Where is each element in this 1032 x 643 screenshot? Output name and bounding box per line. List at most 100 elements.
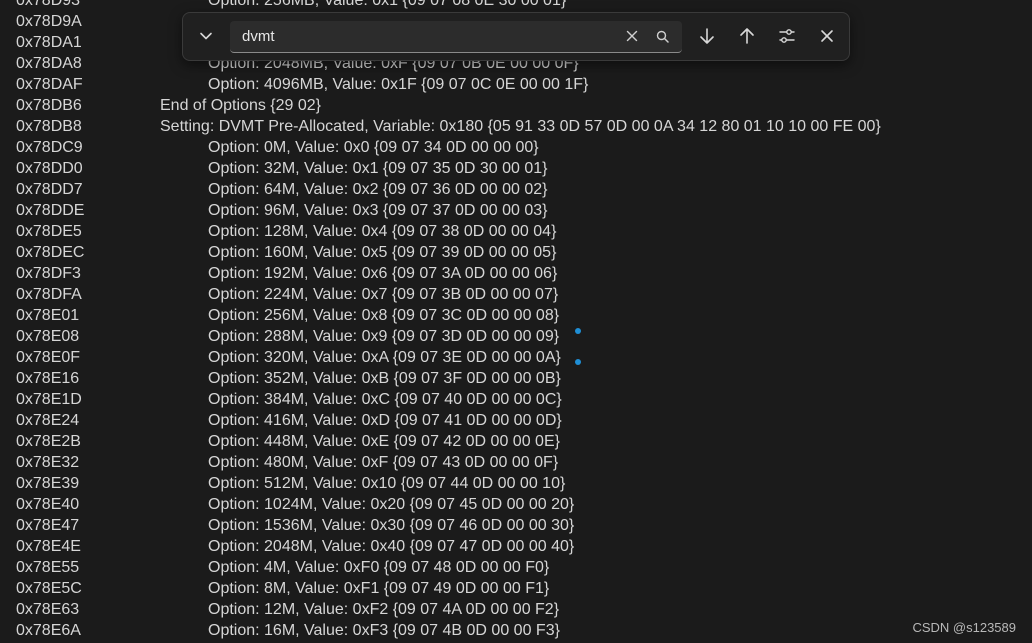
option-text: Option: 32M, Value: 0x1 {09 07 35 0D 30 … bbox=[208, 160, 548, 177]
option-text: Option: 1024M, Value: 0x20 {09 07 45 0D … bbox=[208, 496, 575, 513]
address-label: 0x78DDE bbox=[16, 202, 85, 219]
arrow-down-icon bbox=[700, 28, 714, 44]
address-label: 0x78DF3 bbox=[16, 265, 81, 282]
text-line[interactable]: 0x78E1D Option: 384M, Value: 0xC {09 07 4… bbox=[0, 389, 1032, 410]
address-label: 0x78DEC bbox=[16, 244, 85, 261]
text-line[interactable]: 0x78E6A Option: 16M, Value: 0xF3 {09 07 4… bbox=[0, 620, 1032, 641]
text-line[interactable]: 0x78E47 Option: 1536M, Value: 0x30 {09 07… bbox=[0, 515, 1032, 536]
address-label: 0x78E1D bbox=[16, 391, 82, 408]
address-label: 0x78E16 bbox=[16, 370, 80, 387]
option-text: Option: 96M, Value: 0x3 {09 07 37 0D 00 … bbox=[208, 202, 548, 219]
sliders-icon bbox=[779, 29, 795, 43]
address-label: 0x78E39 bbox=[16, 475, 80, 492]
option-text: Option: 160M, Value: 0x5 {09 07 39 0D 00… bbox=[208, 244, 557, 261]
text-line[interactable]: 0x78E01 Option: 256M, Value: 0x8 {09 07 3… bbox=[0, 305, 1032, 326]
text-line[interactable]: 0x78E2B Option: 448M, Value: 0xE {09 07 4… bbox=[0, 431, 1032, 452]
text-line[interactable]: 0x78E24 Option: 416M, Value: 0xD {09 07 4… bbox=[0, 410, 1032, 431]
option-text: Option: 384M, Value: 0xC {09 07 40 0D 00… bbox=[208, 391, 562, 408]
text-line[interactable]: 0x78E32 Option: 480M, Value: 0xF {09 07 4… bbox=[0, 452, 1032, 473]
text-line[interactable]: 0x78E40 Option: 1024M, Value: 0x20 {09 07… bbox=[0, 494, 1032, 515]
option-text: Option: 448M, Value: 0xE {09 07 42 0D 00… bbox=[208, 433, 560, 450]
address-label: 0x78E24 bbox=[16, 412, 80, 429]
chevron-down-icon bbox=[200, 32, 212, 40]
text-line[interactable]: 0x78E39 Option: 512M, Value: 0x10 {09 07 … bbox=[0, 473, 1032, 494]
text-line[interactable]: 0x78E08 Option: 288M, Value: 0x9 {09 07 3… bbox=[0, 326, 1032, 347]
address-label: 0x78D93 bbox=[16, 0, 81, 9]
text-line[interactable]: 0x78DAF Option: 4096MB, Value: 0x1F {09 0… bbox=[0, 74, 1032, 95]
next-match-button[interactable] bbox=[692, 21, 722, 51]
text-line[interactable]: 0x78DC9 Option: 0M, Value: 0x0 {09 07 34 … bbox=[0, 137, 1032, 158]
text-line[interactable]: 0x78DDE Option: 96M, Value: 0x3 {09 07 37… bbox=[0, 200, 1032, 221]
find-input-box bbox=[230, 21, 682, 53]
option-text: Option: 12M, Value: 0xF2 {09 07 4A 0D 00… bbox=[208, 601, 560, 618]
find-widget bbox=[182, 12, 850, 61]
option-text: Option: 416M, Value: 0xD {09 07 41 0D 00… bbox=[208, 412, 562, 429]
option-text: Option: 64M, Value: 0x2 {09 07 36 0D 00 … bbox=[208, 181, 548, 198]
address-label: 0x78DA1 bbox=[16, 34, 82, 51]
address-label: 0x78E01 bbox=[16, 307, 80, 324]
close-icon bbox=[821, 30, 833, 42]
address-label: 0x78E40 bbox=[16, 496, 80, 513]
address-label: 0x78E5C bbox=[16, 580, 82, 597]
address-label: 0x78DD7 bbox=[16, 181, 83, 198]
address-label: 0x78E55 bbox=[16, 559, 80, 576]
option-text: Option: 128M, Value: 0x4 {09 07 38 0D 00… bbox=[208, 223, 557, 240]
text-line[interactable]: 0x78DFA Option: 224M, Value: 0x7 {09 07 3… bbox=[0, 284, 1032, 305]
option-text: Option: 512M, Value: 0x10 {09 07 44 0D 0… bbox=[208, 475, 566, 492]
address-label: 0x78DFA bbox=[16, 286, 82, 303]
toggle-replace-button[interactable] bbox=[191, 21, 221, 51]
text-line[interactable]: 0x78E55 Option: 4M, Value: 0xF0 {09 07 48… bbox=[0, 557, 1032, 578]
address-label: 0x78DC9 bbox=[16, 139, 83, 156]
text-line[interactable]: 0x78DEC Option: 160M, Value: 0x5 {09 07 3… bbox=[0, 242, 1032, 263]
address-label: 0x78DD0 bbox=[16, 160, 83, 177]
text-line[interactable]: 0x78E4E Option: 2048M, Value: 0x40 {09 07… bbox=[0, 536, 1032, 557]
cursor-marker bbox=[575, 328, 581, 334]
text-line[interactable]: 0x78DD0 Option: 32M, Value: 0x1 {09 07 35… bbox=[0, 158, 1032, 179]
find-input[interactable] bbox=[242, 21, 612, 51]
text-line[interactable]: 0x78E16 Option: 352M, Value: 0xB {09 07 3… bbox=[0, 368, 1032, 389]
address-label: 0x78DB6 bbox=[16, 97, 82, 114]
text-line[interactable]: 0x78DB6 End of Options {29 02} bbox=[0, 95, 1032, 116]
address-label: 0x78D9A bbox=[16, 13, 82, 30]
address-label: 0x78E32 bbox=[16, 454, 80, 471]
address-label: 0x78DE5 bbox=[16, 223, 82, 240]
close-find-button[interactable] bbox=[812, 21, 842, 51]
search-button[interactable] bbox=[651, 25, 673, 47]
option-text: Option: 1536M, Value: 0x30 {09 07 46 0D … bbox=[208, 517, 575, 534]
close-icon bbox=[626, 30, 638, 42]
option-text: Option: 0M, Value: 0x0 {09 07 34 0D 00 0… bbox=[208, 139, 539, 156]
address-label: 0x78DB8 bbox=[16, 118, 82, 135]
address-label: 0x78E08 bbox=[16, 328, 80, 345]
option-text: Option: 2048M, Value: 0x40 {09 07 47 0D … bbox=[208, 538, 575, 555]
option-text: Option: 480M, Value: 0xF {09 07 43 0D 00… bbox=[208, 454, 559, 471]
address-label: 0x78E63 bbox=[16, 601, 80, 618]
text-line[interactable]: 0x78DF3 Option: 192M, Value: 0x6 {09 07 3… bbox=[0, 263, 1032, 284]
address-label: 0x78E0F bbox=[16, 349, 81, 366]
option-text: Option: 4M, Value: 0xF0 {09 07 48 0D 00 … bbox=[208, 559, 550, 576]
text-line[interactable]: 0x78D93 Option: 256MB, Value: 0x1 {09 07 … bbox=[0, 0, 1032, 11]
option-text: Option: 320M, Value: 0xA {09 07 3E 0D 00… bbox=[208, 349, 561, 366]
text-line[interactable]: 0x78E5C Option: 8M, Value: 0xF1 {09 07 49… bbox=[0, 578, 1032, 599]
text-line[interactable]: 0x78E0F Option: 320M, Value: 0xA {09 07 3… bbox=[0, 347, 1032, 368]
option-text: Option: 4096MB, Value: 0x1F {09 07 0C 0E… bbox=[208, 76, 589, 93]
address-label: 0x78DAF bbox=[16, 76, 83, 93]
option-text: Option: 224M, Value: 0x7 {09 07 3B 0D 00… bbox=[208, 286, 559, 303]
watermark: CSDN @s123589 bbox=[912, 620, 1016, 635]
text-line[interactable]: 0x78E63 Option: 12M, Value: 0xF2 {09 07 4… bbox=[0, 599, 1032, 620]
text-line[interactable]: 0x78DE5 Option: 128M, Value: 0x4 {09 07 3… bbox=[0, 221, 1032, 242]
previous-match-button[interactable] bbox=[732, 21, 762, 51]
option-text: Option: 352M, Value: 0xB {09 07 3F 0D 00… bbox=[208, 370, 561, 387]
text-line[interactable]: 0x78DB8 Setting: DVMT Pre-Allocated, Vari… bbox=[0, 116, 1032, 137]
setting-text: Setting: DVMT Pre-Allocated, Variable: 0… bbox=[160, 118, 881, 135]
text-line[interactable]: 0x78DD7 Option: 64M, Value: 0x2 {09 07 36… bbox=[0, 179, 1032, 200]
option-text: Option: 16M, Value: 0xF3 {09 07 4B 0D 00… bbox=[208, 622, 560, 639]
arrow-up-icon bbox=[740, 28, 754, 44]
text-editor[interactable]: 0x78D93 Option: 256MB, Value: 0x1 {09 07 … bbox=[0, 0, 1032, 643]
setting-text: End of Options {29 02} bbox=[160, 97, 322, 114]
address-label: 0x78E6A bbox=[16, 622, 81, 639]
search-options-button[interactable] bbox=[772, 21, 802, 51]
address-label: 0x78E47 bbox=[16, 517, 80, 534]
address-label: 0x78E4E bbox=[16, 538, 81, 555]
clear-search-button[interactable] bbox=[621, 25, 643, 47]
search-icon bbox=[656, 30, 669, 43]
